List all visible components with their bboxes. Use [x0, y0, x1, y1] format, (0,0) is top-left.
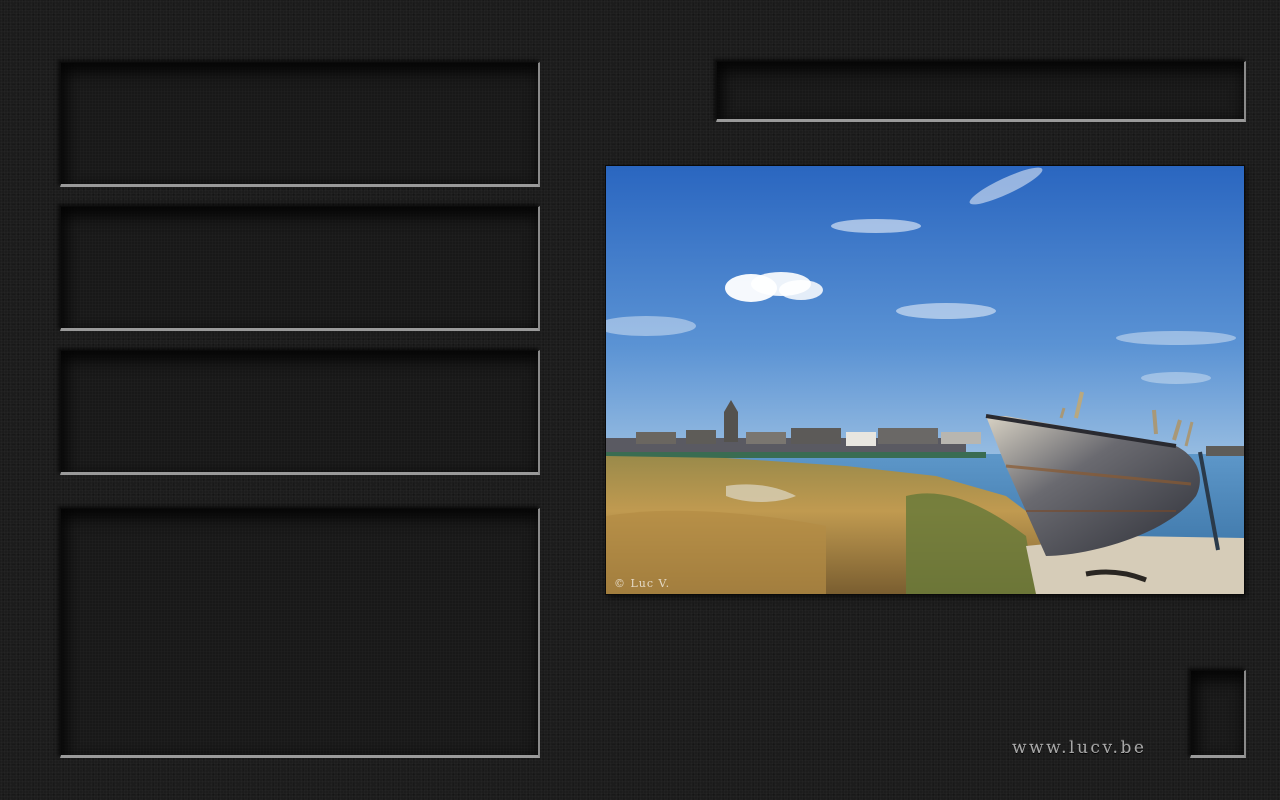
website-url[interactable]: www.lucv.be [1012, 738, 1146, 758]
widget-panel-4 [60, 508, 540, 758]
widget-panel-top-right [716, 61, 1246, 122]
widget-panel-small [1190, 670, 1246, 758]
photo-credit: © Luc V. [614, 577, 671, 590]
widget-panel-3 [60, 350, 540, 475]
widget-panel-1 [60, 62, 540, 187]
landscape-photo: © Luc V. [606, 166, 1244, 594]
widget-panel-2 [60, 206, 540, 331]
photo-image [606, 166, 1244, 594]
